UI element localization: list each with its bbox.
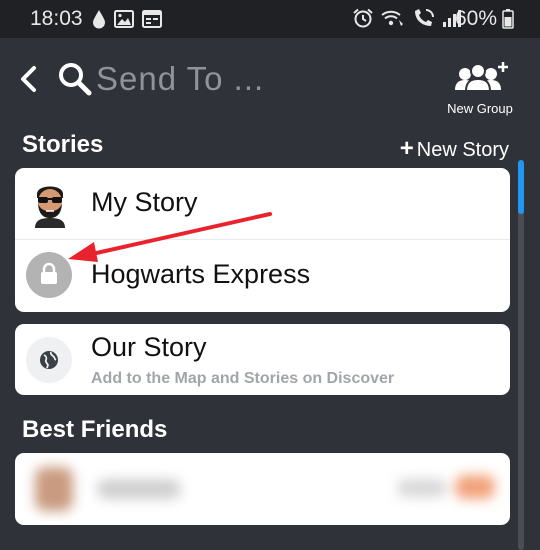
our-story-card[interactable]: Our Story Add to the Map and Stories on …: [15, 324, 510, 395]
gallery-icon: [114, 10, 134, 33]
volte-call-icon: [412, 8, 436, 33]
stories-section-title: Stories: [22, 131, 104, 158]
water-drop-icon: [92, 9, 106, 34]
scrollbar-thumb[interactable]: [518, 160, 524, 214]
friend-avatar: [35, 467, 73, 511]
wifi-calling-icon: [380, 8, 406, 33]
status-bar: 18:03 60%: [0, 0, 540, 38]
add-group-icon: [451, 62, 509, 98]
best-friends-section-title: Best Friends: [22, 416, 168, 443]
new-group-label: New Group: [447, 101, 513, 116]
search-input[interactable]: [96, 56, 396, 102]
friend-emoji-redacted: [455, 475, 495, 499]
friend-name-redacted: [97, 479, 181, 499]
battery-percent: 60%: [455, 7, 498, 30]
story-name: Hogwarts Express: [91, 259, 311, 289]
battery-icon: [502, 9, 514, 34]
our-story-subtitle: Add to the Map and Stories on Discover: [91, 370, 395, 387]
alarm-icon: [352, 8, 374, 33]
new-story-label: New Story: [416, 139, 509, 161]
new-story-button[interactable]: + New Story: [400, 135, 509, 163]
globe-icon: [39, 350, 59, 375]
lock-icon: [39, 262, 59, 291]
best-friend-row[interactable]: [15, 453, 510, 525]
back-arrow-icon[interactable]: [18, 65, 40, 98]
plus-icon: +: [399, 135, 414, 162]
story-name: My Story: [91, 187, 198, 217]
stories-card: My Story Hogwarts Express: [15, 168, 510, 312]
status-time: 18:03: [30, 7, 83, 30]
our-story-title: Our Story: [91, 332, 207, 362]
send-to-header: New Group: [0, 38, 540, 124]
story-row-hogwarts-express[interactable]: Hogwarts Express: [15, 240, 510, 312]
bitmoji-avatar: [29, 180, 71, 233]
globe-avatar: [26, 337, 72, 383]
new-group-button[interactable]: New Group: [440, 60, 520, 116]
calendar-icon: [142, 10, 162, 33]
scrollbar-track[interactable]: [518, 160, 524, 550]
story-row-my-story[interactable]: My Story: [15, 168, 510, 239]
search-icon: [58, 62, 92, 101]
friend-streak-redacted: [397, 479, 447, 497]
lock-avatar: [26, 252, 72, 298]
